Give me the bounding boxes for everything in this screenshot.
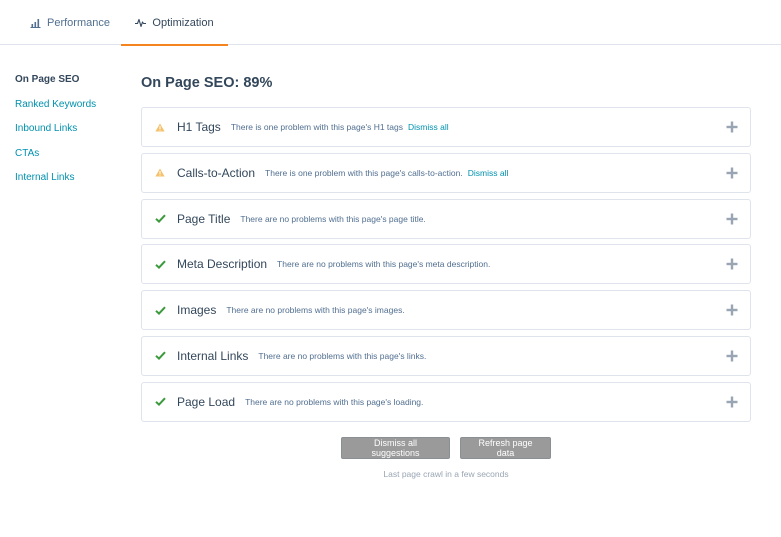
action-buttons: Dismiss all suggestions Refresh page dat… <box>341 437 551 459</box>
warning-icon <box>153 123 167 132</box>
dismiss-all-link[interactable]: Dismiss all <box>468 168 509 178</box>
warning-icon <box>153 168 167 177</box>
panel-name: Page Load <box>177 394 236 409</box>
tab-label: Optimization <box>152 16 214 29</box>
panel-internal-links[interactable]: Internal Links There are no problems wit… <box>141 335 751 376</box>
sidebar-item-internal-links[interactable]: Internal Links <box>15 172 96 197</box>
panel-description: There is one problem with this page's H1… <box>230 122 403 132</box>
checkmark-icon <box>153 214 167 224</box>
panel-name: Page Title <box>177 211 231 226</box>
sidebar-item-ctas[interactable]: CTAs <box>15 148 96 173</box>
panel-meta-description[interactable]: Meta Description There are no problems w… <box>141 244 751 285</box>
dismiss-all-suggestions-button[interactable]: Dismiss all suggestions <box>341 437 450 459</box>
refresh-page-data-button[interactable]: Refresh page data <box>460 437 551 459</box>
panel-name: Meta Description <box>177 257 268 272</box>
sidebar-item-ranked-keywords[interactable]: Ranked Keywords <box>15 99 96 124</box>
sidebar-nav: On Page SEO Ranked Keywords Inbound Link… <box>15 74 96 197</box>
bar-chart-icon <box>30 18 41 28</box>
panel-name: Images <box>177 303 217 318</box>
last-crawl-note: Last page crawl in a few seconds <box>383 469 509 479</box>
panel-description: There are no problems with this page's m… <box>277 259 491 270</box>
checkmark-icon <box>153 306 167 315</box>
plus-icon[interactable] <box>726 350 738 362</box>
tab-optimization[interactable]: Optimization <box>121 0 228 46</box>
sidebar-item-on-page-seo[interactable]: On Page SEO <box>15 74 96 99</box>
plus-icon[interactable] <box>726 167 738 179</box>
tab-label: Performance <box>47 16 110 29</box>
panel-description: There are no problems with this page's l… <box>245 396 424 407</box>
panel-page-load[interactable]: Page Load There are no problems with thi… <box>141 381 751 422</box>
plus-icon[interactable] <box>726 304 738 316</box>
panel-description: There is one problem with this page's ca… <box>265 167 463 178</box>
panel-images[interactable]: Images There are no problems with this p… <box>141 290 751 331</box>
panel-name: H1 Tags <box>177 120 221 134</box>
plus-icon[interactable] <box>726 258 738 270</box>
sidebar-item-inbound-links[interactable]: Inbound Links <box>15 123 96 148</box>
panel-description: There are no problems with this page's i… <box>226 305 405 316</box>
tab-bar: Performance Optimization <box>0 0 781 46</box>
panel-name: Internal Links <box>177 348 249 363</box>
panel-description: There are no problems with this page's p… <box>240 213 426 224</box>
panel-h1-tags[interactable]: H1 Tags There is one problem with this p… <box>141 107 751 147</box>
checkmark-icon <box>153 260 167 269</box>
page-title: On Page SEO: 89% <box>141 75 273 91</box>
dismiss-all-link[interactable]: Dismiss all <box>408 122 449 132</box>
plus-icon[interactable] <box>726 396 738 408</box>
panel-description: There are no problems with this page's l… <box>258 350 427 361</box>
plus-icon[interactable] <box>726 213 738 225</box>
tab-performance[interactable]: Performance <box>30 0 110 45</box>
panel-page-title[interactable]: Page Title There are no problems with th… <box>141 198 751 239</box>
seo-panel-list: H1 Tags There is one problem with this p… <box>141 107 751 428</box>
panel-name: Calls-to-Action <box>177 165 256 180</box>
checkmark-icon <box>153 351 167 361</box>
plus-icon[interactable] <box>726 121 738 133</box>
checkmark-icon <box>153 397 167 407</box>
pulse-icon <box>135 18 147 27</box>
panel-calls-to-action[interactable]: Calls-to-Action There is one problem wit… <box>141 152 751 193</box>
